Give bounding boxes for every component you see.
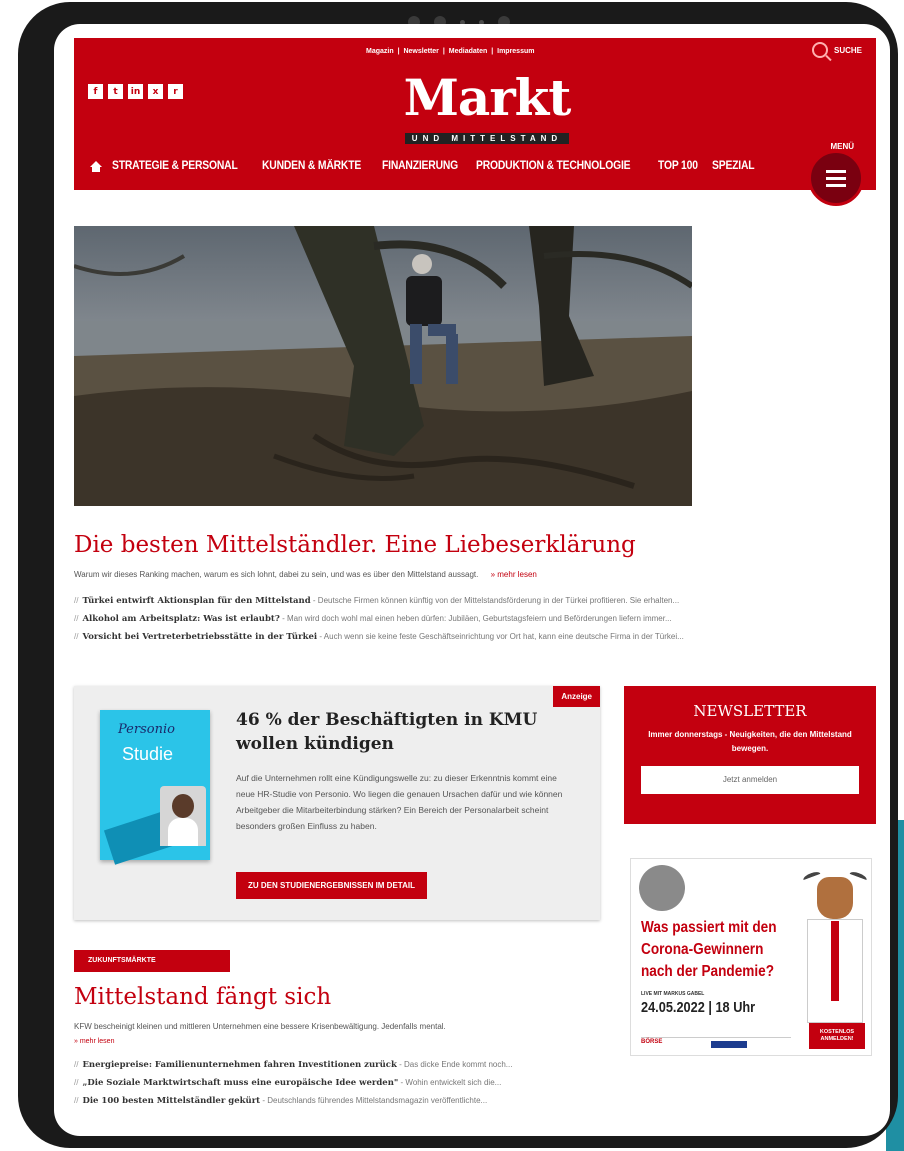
section2-teaser: KFW bescheinigt kleinen und mittleren Un… <box>74 1022 446 1031</box>
linkedin-icon[interactable]: in <box>128 84 143 99</box>
ad-cta-button[interactable]: ZU DEN STUDIENERGEBNISSEN IM DETAIL <box>236 872 427 899</box>
webinar-date: 24.05.2022 | 18 Uhr <box>641 999 756 1016</box>
newsletter-box: NEWSLETTER Immer donnerstags - Neuigkeit… <box>624 686 876 824</box>
related-item[interactable]: //Alkohol am Arbeitsplatz: Was ist erlau… <box>74 610 864 628</box>
bull-head <box>817 877 853 919</box>
twitter-icon[interactable]: t <box>108 84 123 99</box>
home-icon[interactable] <box>90 160 102 172</box>
menu-bar-icon <box>826 169 846 173</box>
main-nav: STRATEGIE & PERSONAL KUNDEN & MÄRKTE FIN… <box>90 160 759 172</box>
study-cover-image[interactable]: Personio Studie <box>100 710 210 865</box>
lead-teaser: Warum wir dieses Ranking machen, warum e… <box>74 570 537 579</box>
nav-strategie-personal[interactable]: STRATEGIE & PERSONAL <box>112 160 238 172</box>
site-logo[interactable]: Markt UND MITTELSTAND <box>392 68 582 146</box>
lead-more-link[interactable]: » mehr lesen <box>491 570 537 579</box>
category-badge[interactable]: ZUKUNFTSMÄRKTE <box>74 950 230 972</box>
related-item[interactable]: //Energiepreise: Familienunternehmen fah… <box>74 1056 604 1074</box>
nav-produktion-technologie[interactable]: PRODUKTION & TECHNOLOGIE <box>476 160 631 172</box>
study-brand: Personio <box>118 722 175 737</box>
section2-related-list: //Energiepreise: Familienunternehmen fah… <box>74 1056 604 1110</box>
top-link-newsletter[interactable]: Newsletter <box>403 48 438 55</box>
top-links: Magazin | Newsletter | Mediadaten | Impr… <box>366 48 535 55</box>
nav-top-100[interactable]: TOP 100 <box>658 160 698 172</box>
lead-headline[interactable]: Die besten Mittelständler. Eine Liebeser… <box>74 532 636 558</box>
hamburger-menu-button[interactable] <box>808 150 864 206</box>
study-word: Studie <box>122 744 174 764</box>
section2-headline[interactable]: Mittelstand fängt sich <box>74 984 331 1010</box>
lead-teaser-text: Warum wir dieses Ranking machen, warum e… <box>74 570 479 579</box>
social-icons: f t in x r <box>88 84 183 99</box>
sponsor-logo-bar <box>711 1041 747 1048</box>
search-icon <box>811 42 828 58</box>
logo-word: Markt <box>403 68 572 127</box>
webinar-badge-icon <box>639 865 685 911</box>
study-cover-photo <box>160 786 206 846</box>
bull-tie <box>831 921 839 1001</box>
ad-body: Auf die Unternehmen rollt eine Kündigung… <box>236 773 563 831</box>
related-item[interactable]: //Die 100 besten Mittelständler gekürt -… <box>74 1092 604 1110</box>
nav-kunden-maerkte[interactable]: KUNDEN & MÄRKTE <box>262 160 361 172</box>
facebook-icon[interactable]: f <box>88 84 103 99</box>
hero-image[interactable] <box>74 226 692 506</box>
xing-icon[interactable]: x <box>148 84 163 99</box>
lead-related-list: //Türkei entwirft Aktionsplan für den Mi… <box>74 592 864 646</box>
ad-title[interactable]: 46 % der Beschäftigten in KMU wollen kün… <box>236 708 576 756</box>
related-item[interactable]: //„Die Soziale Marktwirtschaft muss eine… <box>74 1074 604 1092</box>
webinar-headline: Was passiert mit den Corona-Gewinnern na… <box>641 919 777 980</box>
search-label: SUCHE <box>833 45 862 55</box>
top-link-impressum[interactable]: Impressum <box>497 48 534 55</box>
nav-spezial[interactable]: SPEZIAL <box>712 160 755 172</box>
webinar-host: LIVE MIT MARKUS GABEL <box>641 991 705 997</box>
nav-finanzierung[interactable]: FINANZIERUNG <box>382 160 458 172</box>
bull-businessman-image <box>802 870 868 1023</box>
newsletter-title: NEWSLETTER <box>693 702 807 720</box>
menu-bar-icon <box>826 176 846 180</box>
top-link-magazin[interactable]: Magazin <box>366 48 394 55</box>
site-header: Magazin | Newsletter | Mediadaten | Impr… <box>74 38 876 190</box>
related-item[interactable]: //Vorsicht bei Vertreterbetriebsstätte i… <box>74 628 864 646</box>
search-button[interactable]: SUCHE <box>811 42 862 58</box>
sponsored-ad-box: Anzeige Personio Studie 46 % der Beschäf… <box>74 686 600 920</box>
related-item[interactable]: //Türkei entwirft Aktionsplan für den Mi… <box>74 592 864 610</box>
top-link-mediadaten[interactable]: Mediadaten <box>449 48 488 55</box>
logo-subtitle: UND MITTELSTAND <box>404 133 570 144</box>
boerse-logo: BÖRSE <box>641 1039 663 1045</box>
newsletter-text: Immer donnerstags - Neuigkeiten, die den… <box>648 730 852 753</box>
screen: Magazin | Newsletter | Mediadaten | Impr… <box>54 24 890 1136</box>
webinar-ad-banner[interactable]: Was passiert mit den Corona-Gewinnern na… <box>630 858 872 1056</box>
hero-photo <box>74 226 692 506</box>
webinar-register-button[interactable]: KOSTENLOS ANMELDEN! <box>809 1023 865 1049</box>
newsletter-signup-button[interactable]: Jetzt anmelden <box>641 766 859 794</box>
section2-more-link[interactable]: » mehr lesen <box>74 1038 114 1045</box>
tablet-frame: Magazin | Newsletter | Mediadaten | Impr… <box>18 2 898 1148</box>
rss-icon[interactable]: r <box>168 84 183 99</box>
sponsor-logos: BÖRSE <box>641 1037 791 1048</box>
menu-bar-icon <box>826 183 846 187</box>
ad-badge: Anzeige <box>553 686 600 707</box>
